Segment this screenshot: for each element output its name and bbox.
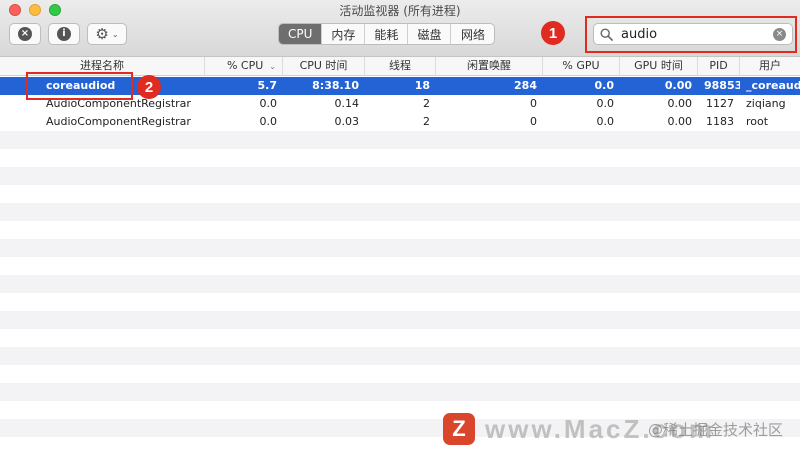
step-marker-2: 2 [137, 75, 161, 99]
info-icon: i [57, 27, 71, 41]
column-header-cpu-label: % CPU [226, 59, 264, 72]
pid-cell: 1183 [706, 115, 734, 128]
idle-wakeups-cell: 0 [530, 115, 537, 128]
user-cell: ziqiang [746, 97, 786, 110]
process-name-cell: AudioComponentRegistrar [46, 115, 191, 128]
row-highlight-box [26, 72, 133, 100]
user-cell: _coreaudiod [746, 79, 800, 92]
cpu-time-cell: 0.14 [334, 97, 360, 110]
stop-icon: × [18, 27, 32, 41]
tab-network[interactable]: 网络 [451, 24, 494, 44]
column-header-pid[interactable]: PID [698, 57, 740, 76]
idle-wakeups-cell: 284 [514, 79, 537, 92]
column-header-user[interactable]: 用户 [740, 57, 800, 76]
gpu-cell: 0.0 [596, 97, 615, 110]
empty-row [0, 365, 800, 383]
watermark: Z www.MacZ.com @稀土掘金技术社区 [443, 413, 783, 445]
empty-row [0, 131, 800, 149]
threads-cell: 2 [423, 97, 430, 110]
cpu-cell: 0.0 [259, 97, 278, 110]
empty-row [0, 167, 800, 185]
column-header-cpu-time[interactable]: CPU 时间 [283, 57, 365, 76]
tab-cpu[interactable]: CPU [279, 24, 323, 44]
tab-energy[interactable]: 能耗 [365, 24, 409, 44]
tab-memory[interactable]: 内存 [322, 24, 366, 44]
gpu-cell: 0.0 [594, 79, 615, 92]
process-table-body: coreaudiod 5.7 8:38.10 18 284 0.0 0.00 9… [0, 77, 800, 457]
table-row[interactable]: AudioComponentRegistrar 0.0 0.03 2 0 0.0… [0, 113, 800, 131]
search-highlight-box [585, 16, 797, 53]
cpu-time-cell: 8:38.10 [312, 79, 359, 92]
empty-row [0, 221, 800, 239]
action-menu-button[interactable]: ⚙ ⌄ [87, 23, 127, 45]
empty-row [0, 383, 800, 401]
inspect-process-button[interactable]: i [48, 23, 80, 45]
empty-row [0, 293, 800, 311]
watermark-logo: Z [443, 413, 475, 445]
cpu-cell: 5.7 [257, 79, 278, 92]
empty-row [0, 329, 800, 347]
empty-row [0, 185, 800, 203]
column-header-cpu[interactable]: % CPU ⌄ [205, 57, 283, 76]
user-cell: root [746, 115, 769, 128]
gpu-cell: 0.0 [596, 115, 615, 128]
watermark-subtext: @稀土掘金技术社区 [648, 421, 784, 439]
column-header-gpu-time[interactable]: GPU 时间 [620, 57, 698, 76]
gpu-time-cell: 0.00 [664, 79, 692, 92]
empty-row [0, 311, 800, 329]
cpu-time-cell: 0.03 [334, 115, 360, 128]
tab-disk[interactable]: 磁盘 [408, 24, 452, 44]
empty-row [0, 149, 800, 167]
gpu-time-cell: 0.00 [667, 115, 693, 128]
empty-row [0, 275, 800, 293]
chevron-down-icon: ⌄ [111, 29, 119, 39]
empty-row [0, 203, 800, 221]
threads-cell: 18 [414, 79, 430, 92]
column-header-threads[interactable]: 线程 [365, 57, 436, 76]
empty-row [0, 257, 800, 275]
cpu-cell: 0.0 [259, 115, 278, 128]
threads-cell: 2 [423, 115, 430, 128]
idle-wakeups-cell: 0 [530, 97, 537, 110]
stop-process-button[interactable]: × [9, 23, 41, 45]
empty-row [0, 239, 800, 257]
gear-icon: ⚙ [95, 24, 109, 43]
step-marker-1: 1 [541, 21, 565, 45]
pid-cell: 98853 [704, 79, 740, 92]
gpu-time-cell: 0.00 [667, 97, 693, 110]
column-header-idle-wakeups[interactable]: 闲置唤醒 [436, 57, 543, 76]
empty-row [0, 347, 800, 365]
view-tabs: CPU 内存 能耗 磁盘 网络 [278, 23, 496, 45]
pid-cell: 1127 [706, 97, 734, 110]
sort-descending-icon: ⌄ [269, 62, 276, 71]
column-header-gpu[interactable]: % GPU [543, 57, 620, 76]
